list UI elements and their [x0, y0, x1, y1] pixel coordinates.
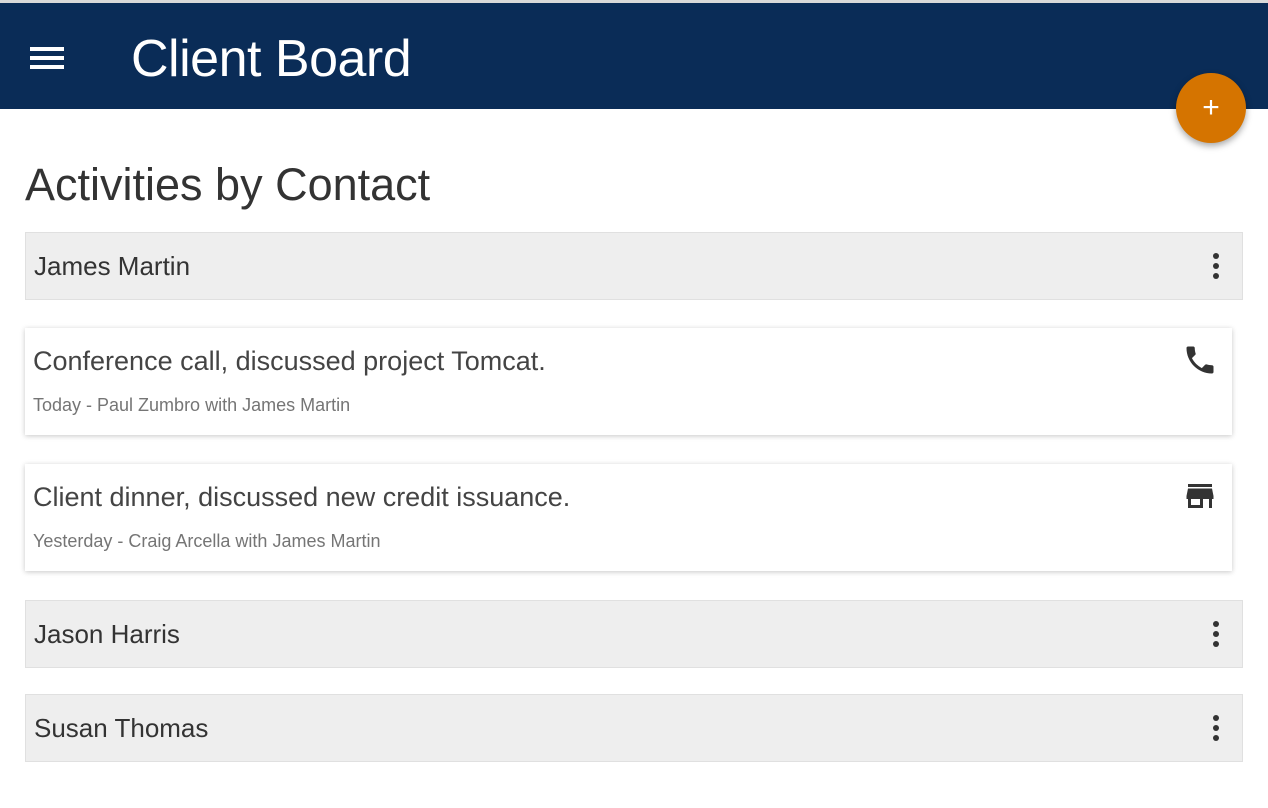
hamburger-menu-icon[interactable]: [26, 43, 68, 79]
contact-row-susan-thomas[interactable]: Susan Thomas: [25, 694, 1243, 762]
more-vert-icon[interactable]: [1210, 619, 1222, 651]
activity-card[interactable]: Client dinner, discussed new credit issu…: [25, 464, 1232, 571]
activity-meta: Yesterday - Craig Arcella with James Mar…: [33, 531, 381, 551]
store-icon: [1186, 484, 1214, 508]
phone-icon: [1186, 346, 1214, 374]
app-title: Client Board: [131, 30, 412, 88]
page-title: Activities by Contact: [25, 159, 431, 210]
app-bar: Client Board: [0, 0, 1268, 109]
add-activity-button[interactable]: +: [1176, 73, 1246, 143]
contact-row-jason-harris[interactable]: Jason Harris: [25, 600, 1243, 668]
contact-row-james-martin[interactable]: James Martin: [25, 232, 1243, 300]
contact-name: Jason Harris: [34, 619, 180, 649]
more-vert-icon[interactable]: [1210, 251, 1222, 283]
activity-card[interactable]: Conference call, discussed project Tomca…: [25, 328, 1232, 435]
contact-name: Susan Thomas: [34, 713, 209, 743]
activity-title: Conference call, discussed project Tomca…: [33, 346, 546, 376]
contact-name: James Martin: [34, 251, 191, 281]
activity-meta: Today - Paul Zumbro with James Martin: [33, 395, 351, 415]
add-icon: +: [1202, 91, 1220, 124]
more-vert-icon[interactable]: [1210, 713, 1222, 745]
activity-title: Client dinner, discussed new credit issu…: [33, 482, 571, 512]
